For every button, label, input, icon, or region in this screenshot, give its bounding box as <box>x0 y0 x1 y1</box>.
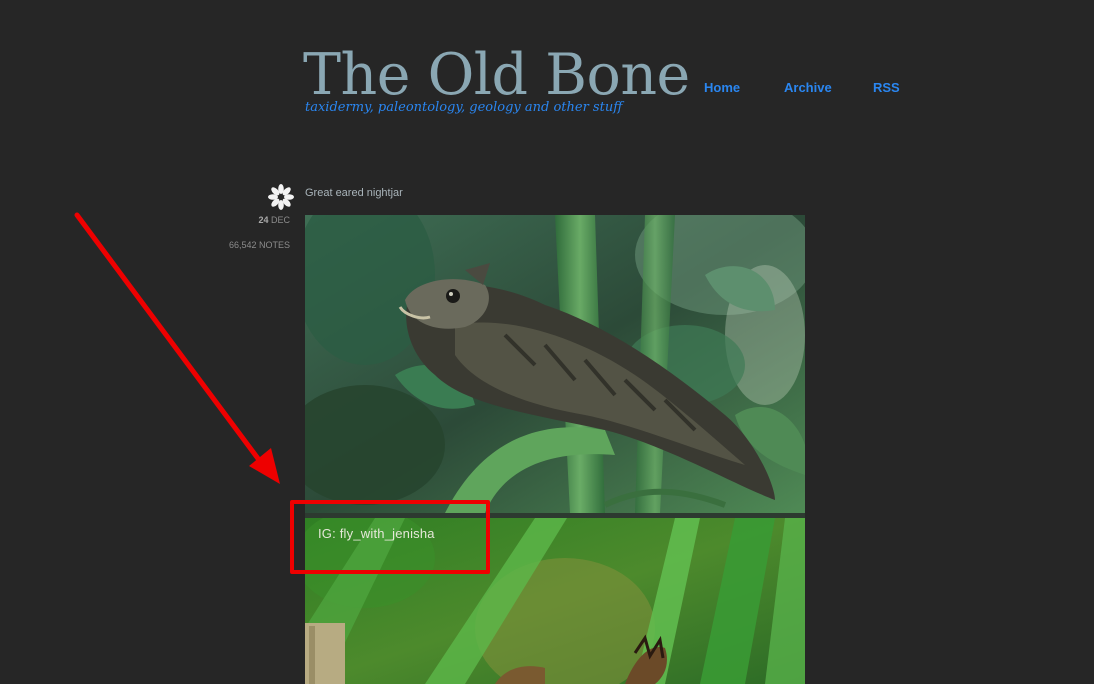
red-arrow-icon <box>74 212 280 484</box>
